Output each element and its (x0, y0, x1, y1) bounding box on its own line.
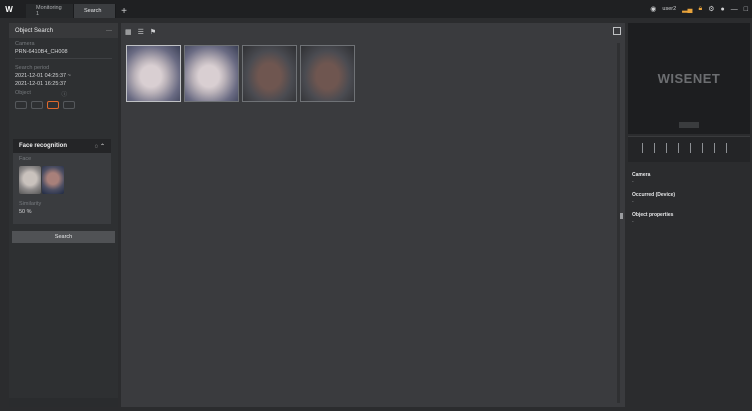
view-options: ▦ ☰ ⚑ (125, 28, 156, 36)
timeline-tick (666, 143, 667, 153)
panel-resize-handle[interactable] (620, 213, 623, 219)
more-icon[interactable]: ··· (106, 28, 112, 34)
event-info: Camera - Occurred (Device) - Object prop… (628, 165, 750, 225)
timeline-tick (654, 143, 655, 153)
video-control-bar[interactable] (679, 122, 699, 128)
info-object-properties-title: Object properties (632, 212, 674, 218)
info-icon[interactable]: ● (721, 6, 725, 13)
search-button[interactable]: Search (12, 231, 115, 243)
info-object-properties-value: - (632, 219, 634, 225)
face-label: Face (19, 156, 32, 162)
maximize-icon[interactable]: □ (744, 6, 748, 13)
face-thumbnail[interactable] (42, 166, 64, 194)
face-icon[interactable] (47, 101, 59, 109)
user-icon[interactable]: ◉ (650, 5, 656, 13)
camera-label: Camera (15, 41, 35, 47)
left-panel-footer (9, 398, 118, 407)
camera-value[interactable]: PRN-6410B4_CH008 (9, 47, 118, 55)
export-icon[interactable] (613, 27, 621, 35)
object-type-row (9, 98, 118, 109)
title-bar-tools: ◉ user2 ▂▄ 🔒︎ ⚙ ● — □ (650, 0, 748, 18)
face-recognition-panel: Face recognition ◌ ⌃ Face Similarity 50 … (13, 139, 111, 224)
timeline-tick (678, 143, 679, 153)
results-area: ▦ ☰ ⚑ (121, 23, 625, 407)
info-occurred-value: - (632, 199, 634, 205)
info-camera-value: - (632, 179, 634, 185)
timeline-tick (726, 143, 727, 153)
object-label-row: Object ⓘ (9, 87, 73, 98)
tab-monitoring-1[interactable]: Monitoring 1 (26, 4, 74, 18)
result-thumbnail[interactable] (126, 45, 181, 102)
gear-icon[interactable]: ⚙ (708, 5, 714, 13)
title-bar: W Monitoring 1 Search + ◉ user2 ▂▄ 🔒︎ ⚙ … (0, 0, 752, 18)
list-view-icon[interactable]: ☰ (138, 28, 144, 36)
right-panel: WISENET Camera - Occurred (Device) - Obj… (628, 23, 750, 407)
add-tab-button[interactable]: + (116, 4, 132, 18)
object-search-header: Object Search ··· (9, 23, 118, 38)
search-period-label: Search period (15, 65, 50, 71)
result-thumbnail[interactable] (300, 45, 355, 102)
plate-icon[interactable] (63, 101, 75, 109)
signal-icon[interactable]: ▂▄ (682, 5, 692, 13)
user-name: user2 (662, 6, 677, 12)
tab-search[interactable]: Search (74, 4, 116, 18)
timeline-tick (714, 143, 715, 153)
search-period-end[interactable]: 2021-12-01 16:25:37 (9, 79, 118, 87)
similarity-label: Similarity (19, 201, 42, 207)
timeline[interactable] (628, 136, 750, 162)
collapse-icon[interactable]: ◌ ⌃ (95, 143, 105, 150)
search-period-start[interactable]: 2021-12-01 04:25:37 ~ (9, 71, 118, 79)
video-preview: WISENET (628, 23, 750, 134)
face-thumbnail[interactable] (19, 166, 41, 194)
info-camera-title: Camera (632, 172, 651, 178)
result-thumbnail[interactable] (184, 45, 239, 102)
help-icon[interactable]: ⓘ (61, 90, 67, 98)
timeline-tick (642, 143, 643, 153)
face-recognition-title: Face recognition (19, 143, 68, 149)
results-grid (126, 45, 355, 102)
similarity-value[interactable]: 50 % (13, 207, 111, 215)
lock-icon[interactable]: 🔒︎ (699, 5, 703, 13)
timeline-tick (702, 143, 703, 153)
result-thumbnail[interactable] (242, 45, 297, 102)
vehicle-icon[interactable] (31, 101, 43, 109)
flag-icon[interactable]: ⚑ (150, 28, 156, 36)
face-recognition-header: Face recognition ◌ ⌃ (13, 139, 111, 153)
face-thumbnails (13, 162, 111, 198)
panel-title: Object Search (15, 27, 54, 34)
app-logo: W (5, 4, 13, 14)
vertical-scrollbar[interactable] (617, 43, 620, 403)
grid-view-icon[interactable]: ▦ (125, 28, 132, 36)
info-occurred-title: Occurred (Device) (632, 192, 676, 198)
object-label: Object (15, 90, 31, 96)
person-icon[interactable] (15, 101, 27, 109)
minimize-icon[interactable]: — (731, 6, 738, 13)
timeline-tick (690, 143, 691, 153)
divider (15, 58, 112, 59)
